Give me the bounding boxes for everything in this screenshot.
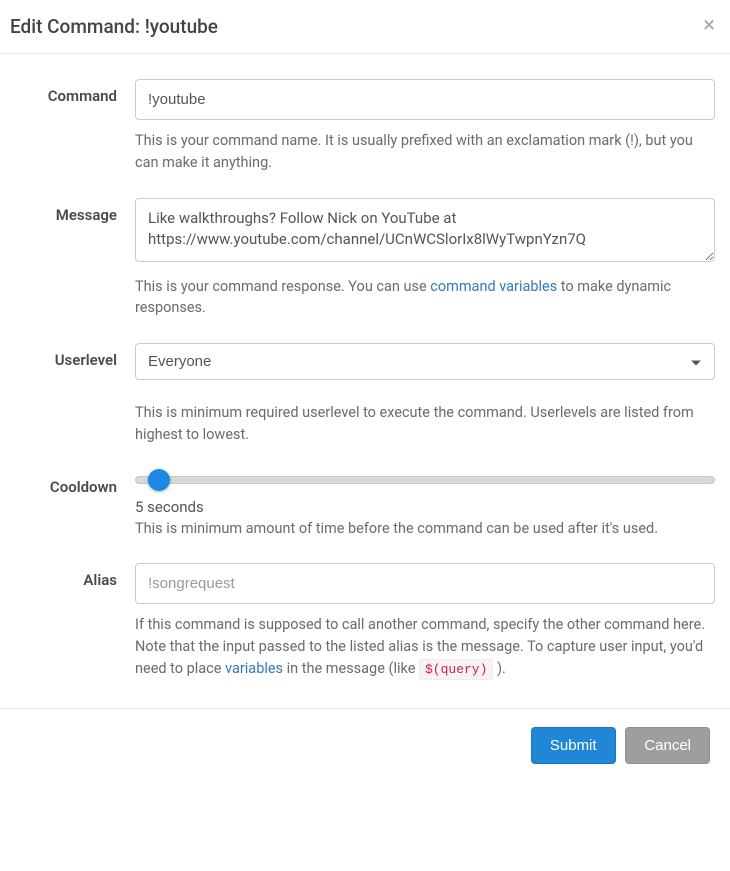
message-textarea[interactable]: Like walkthroughs? Follow Nick on YouTub… bbox=[135, 198, 715, 262]
modal-footer: Submit Cancel bbox=[0, 708, 730, 782]
cooldown-label: Cooldown bbox=[15, 470, 135, 540]
cooldown-slider-thumb[interactable] bbox=[148, 469, 170, 491]
alias-label: Alias bbox=[15, 563, 135, 679]
cancel-button[interactable]: Cancel bbox=[625, 727, 710, 764]
alias-help-text3: ). bbox=[493, 660, 505, 677]
message-help-text: This is your command response. You can u… bbox=[135, 278, 430, 295]
alias-input[interactable] bbox=[135, 563, 715, 604]
alias-help-text2: in the message (like bbox=[283, 660, 419, 677]
cooldown-row: Cooldown 5 seconds This is minimum amoun… bbox=[15, 470, 715, 540]
modal-body: Command This is your command name. It is… bbox=[0, 54, 730, 708]
command-variables-link[interactable]: command variables bbox=[430, 278, 557, 295]
userlevel-select[interactable]: Everyone bbox=[135, 343, 715, 380]
close-icon[interactable]: × bbox=[703, 15, 715, 37]
message-label: Message bbox=[15, 198, 135, 320]
command-input[interactable] bbox=[135, 79, 715, 120]
command-row: Command This is your command name. It is… bbox=[15, 79, 715, 174]
cooldown-slider[interactable] bbox=[135, 476, 715, 484]
userlevel-label: Userlevel bbox=[15, 343, 135, 446]
message-row: Message Like walkthroughs? Follow Nick o… bbox=[15, 198, 715, 320]
command-help: This is your command name. It is usually… bbox=[135, 130, 715, 174]
modal-header: Edit Command: !youtube × bbox=[0, 0, 730, 54]
variables-link[interactable]: variables bbox=[225, 660, 283, 677]
userlevel-help: This is minimum required userlevel to ex… bbox=[135, 402, 715, 446]
alias-row: Alias If this command is supposed to cal… bbox=[15, 563, 715, 679]
message-help: This is your command response. You can u… bbox=[135, 276, 715, 320]
alias-help: If this command is supposed to call anot… bbox=[135, 614, 715, 679]
submit-button[interactable]: Submit bbox=[531, 727, 616, 764]
query-code: $(query) bbox=[419, 659, 493, 680]
modal-title: Edit Command: !youtube bbox=[10, 15, 715, 38]
command-label: Command bbox=[15, 79, 135, 174]
cooldown-help: This is minimum amount of time before th… bbox=[135, 518, 715, 540]
cooldown-value: 5 seconds bbox=[135, 498, 715, 516]
userlevel-row: Userlevel Everyone This is minimum requi… bbox=[15, 343, 715, 446]
